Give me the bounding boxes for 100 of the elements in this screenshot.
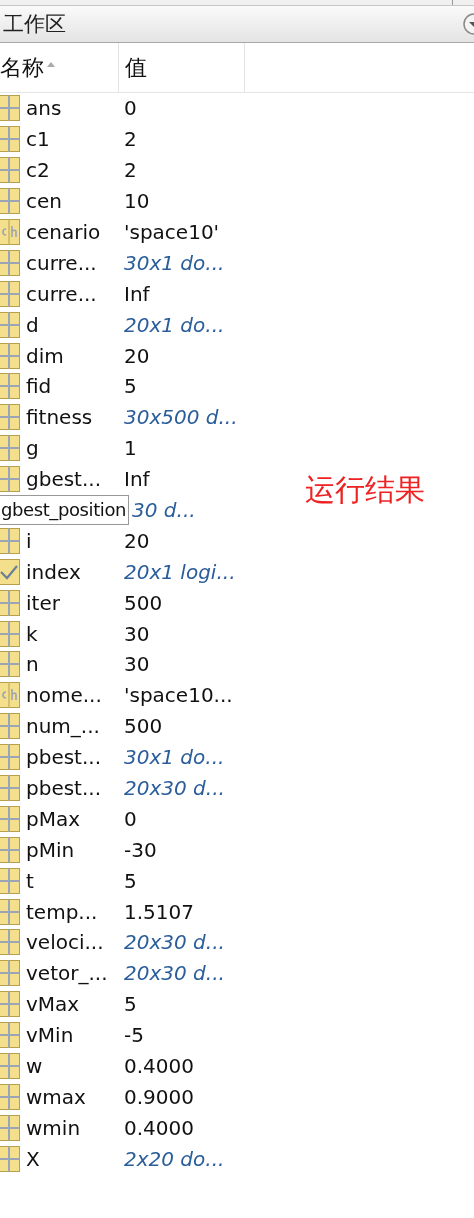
matrix-icon	[0, 126, 20, 153]
matrix-icon	[0, 1114, 20, 1141]
variable-name[interactable]: pbest...	[26, 745, 102, 770]
variable-value: 'space10...	[124, 683, 233, 708]
variable-name[interactable]: pMax	[26, 806, 81, 831]
matrix-icon	[0, 775, 20, 802]
variable-value: 30	[124, 652, 150, 677]
variable-name[interactable]: ans	[26, 96, 62, 121]
variable-name[interactable]: pMin	[26, 837, 75, 862]
variable-value: 10	[124, 189, 150, 214]
variable-name[interactable]: cen	[26, 189, 62, 214]
variable-value: 30x1 do...	[124, 250, 225, 275]
variable-value: Inf	[124, 467, 150, 492]
variable-value: -5	[124, 1023, 144, 1048]
variable-name[interactable]: gbest...	[26, 467, 102, 492]
column-header[interactable]: 值	[119, 43, 245, 92]
variable-name[interactable]: c1	[26, 127, 50, 152]
matrix-icon	[0, 249, 20, 276]
tooltip: gbest_position	[0, 495, 130, 525]
matrix-icon	[0, 651, 20, 678]
matrix-icon	[0, 95, 20, 122]
variable-value: 5	[124, 868, 137, 893]
matrix-icon	[0, 898, 20, 925]
variable-name[interactable]: curre...	[26, 281, 97, 306]
variable-value: 2	[124, 127, 137, 152]
variable-value: 20x30 d...	[124, 961, 225, 986]
variable-name[interactable]: index	[26, 559, 81, 584]
matrix-icon	[0, 404, 20, 431]
variable-value: 20	[124, 528, 150, 553]
variable-name[interactable]: vMax	[26, 992, 80, 1017]
matrix-icon	[0, 1083, 20, 1110]
variable-name[interactable]: wmin	[26, 1115, 81, 1140]
matrix-icon	[0, 744, 20, 771]
variable-name[interactable]: n	[26, 652, 39, 677]
sort-arrow-icon	[47, 62, 55, 67]
variable-name[interactable]: t	[26, 868, 34, 893]
variable-value: 30x500 d...	[124, 405, 238, 430]
variable-name[interactable]: veloci...	[26, 930, 104, 955]
variable-value: 20x30 d...	[124, 776, 225, 801]
variable-name[interactable]: i	[26, 528, 32, 553]
matrix-icon	[0, 280, 20, 307]
variable-name[interactable]: pbest...	[26, 776, 102, 801]
variable-value: 20x1 do...	[124, 312, 225, 337]
matrix-icon	[0, 929, 20, 956]
variable-name[interactable]: iter	[26, 590, 60, 615]
variable-name[interactable]: vetor_...	[26, 961, 108, 986]
matrix-icon	[0, 867, 20, 894]
panel-title: 工作区	[3, 11, 66, 38]
matrix-icon	[0, 1022, 20, 1049]
matrix-icon	[0, 991, 20, 1018]
variable-value: 0.4000	[124, 1054, 194, 1079]
matrix-icon	[0, 1053, 20, 1080]
variable-value: 30	[124, 621, 150, 646]
variable-name[interactable]: w	[26, 1054, 43, 1079]
variable-value: 5	[124, 374, 137, 399]
variable-name[interactable]: vMin	[26, 1023, 74, 1048]
annotation-text: 运行结果	[305, 471, 425, 509]
variable-value: 20	[124, 343, 150, 368]
variable-name[interactable]: cenario	[26, 220, 101, 244]
matrix-icon	[0, 1145, 20, 1172]
variable-value: 0	[124, 806, 137, 831]
matrix-icon	[0, 157, 20, 184]
variable-name[interactable]: wmax	[26, 1084, 86, 1109]
column-header[interactable]: 名称	[0, 43, 119, 92]
variable-name[interactable]: k	[26, 621, 38, 646]
matrix-icon	[0, 713, 20, 740]
variable-value: 0	[124, 96, 137, 121]
char-array-icon	[0, 682, 20, 709]
matrix-icon	[0, 342, 20, 369]
variable-value: 2	[124, 158, 137, 183]
variable-name[interactable]: curre...	[26, 250, 97, 275]
variable-name[interactable]: nome...	[26, 683, 102, 708]
variable-name[interactable]: X	[26, 1146, 40, 1171]
variable-value: 500	[124, 714, 163, 739]
matrix-icon	[0, 527, 20, 554]
char-array-icon	[0, 219, 20, 245]
matrix-icon	[0, 466, 20, 493]
variable-name[interactable]: c2	[26, 158, 50, 183]
variable-name[interactable]: num_...	[26, 714, 100, 739]
variable-value: 30 d...	[132, 498, 196, 522]
matrix-icon	[0, 836, 20, 863]
variable-name[interactable]: g	[26, 436, 39, 461]
variable-value: 5	[124, 992, 137, 1017]
matrix-icon	[0, 805, 20, 832]
variable-value: 'space10'	[124, 220, 220, 244]
variable-name[interactable]: temp...	[26, 899, 98, 924]
variable-value: 2x20 do...	[124, 1146, 225, 1171]
variable-name[interactable]: dim	[26, 343, 64, 368]
variable-value: 0.9000	[124, 1084, 194, 1109]
variable-value: 1.5107	[124, 899, 194, 924]
matrix-icon	[0, 188, 20, 215]
variable-value: -30	[124, 837, 157, 862]
matrix-icon	[0, 589, 20, 616]
variable-name[interactable]: d	[26, 312, 39, 337]
variable-name[interactable]: fitness	[26, 405, 93, 430]
variable-value: Inf	[124, 281, 150, 306]
matrix-icon	[0, 435, 20, 462]
matrix-icon	[0, 373, 20, 400]
variable-name[interactable]: fid	[26, 374, 52, 399]
matrix-icon	[0, 311, 20, 338]
